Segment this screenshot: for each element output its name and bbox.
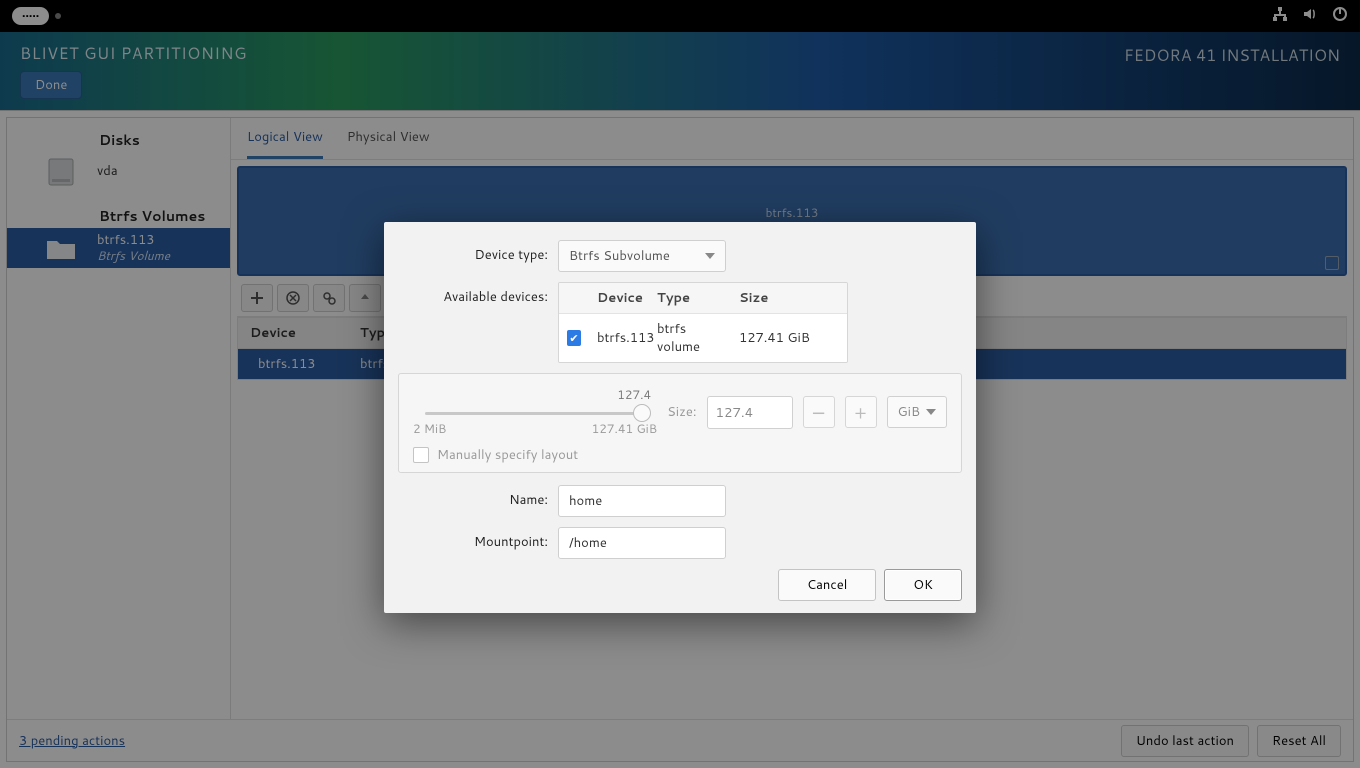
size-increment-button[interactable]: + bbox=[845, 396, 877, 428]
size-panel: 127.4 2 MiB 127.41 GiB Size: − + GiB Man… bbox=[398, 373, 962, 473]
mountpoint-input[interactable] bbox=[558, 527, 726, 559]
manual-layout-checkbox-row[interactable]: Manually specify layout bbox=[413, 446, 947, 464]
column-header-size[interactable]: Size bbox=[731, 283, 847, 313]
available-device-row[interactable]: ✔ btrfs.113 btrfs volume 127.41 GiB bbox=[559, 314, 847, 362]
slider-min-label: 2 MiB bbox=[413, 420, 446, 437]
cell-device: btrfs.113 bbox=[589, 323, 649, 353]
column-header-device[interactable]: Device bbox=[589, 283, 649, 313]
ok-button[interactable]: OK bbox=[884, 569, 962, 601]
cancel-button[interactable]: Cancel bbox=[778, 569, 876, 601]
add-device-dialog: Device type: Btrfs Subvolume Available d… bbox=[384, 222, 976, 613]
name-input[interactable] bbox=[558, 485, 726, 517]
size-input[interactable] bbox=[707, 396, 793, 429]
available-devices-table: Device Type Size ✔ btrfs.113 btrfs volum… bbox=[558, 282, 848, 363]
device-type-select[interactable]: Btrfs Subvolume bbox=[558, 240, 726, 272]
device-type-label: Device type: bbox=[398, 240, 558, 264]
device-checkbox[interactable]: ✔ bbox=[567, 330, 581, 346]
slider-max-label: 127.41 GiB bbox=[592, 420, 657, 437]
device-type-value: Btrfs Subvolume bbox=[569, 247, 670, 265]
size-unit-select[interactable]: GiB bbox=[887, 396, 947, 428]
available-devices-label: Available devices: bbox=[398, 282, 558, 306]
cell-type: btrfs volume bbox=[649, 314, 731, 362]
chevron-down-icon bbox=[705, 253, 715, 259]
chevron-down-icon bbox=[926, 409, 936, 415]
size-label: Size: bbox=[667, 403, 696, 421]
manual-layout-label: Manually specify layout bbox=[437, 446, 578, 464]
size-decrement-button[interactable]: − bbox=[803, 396, 835, 428]
column-header-type[interactable]: Type bbox=[649, 283, 731, 313]
manual-layout-checkbox[interactable] bbox=[413, 447, 429, 463]
slider-current-value: 127.4 bbox=[617, 386, 651, 403]
name-label: Name: bbox=[398, 485, 558, 509]
size-unit-value: GiB bbox=[898, 403, 920, 421]
size-slider[interactable]: 127.4 2 MiB 127.41 GiB bbox=[413, 388, 657, 436]
mountpoint-label: Mountpoint: bbox=[398, 527, 558, 551]
cell-size: 127.41 GiB bbox=[731, 323, 847, 353]
modal-overlay: Device type: Btrfs Subvolume Available d… bbox=[0, 0, 1360, 768]
